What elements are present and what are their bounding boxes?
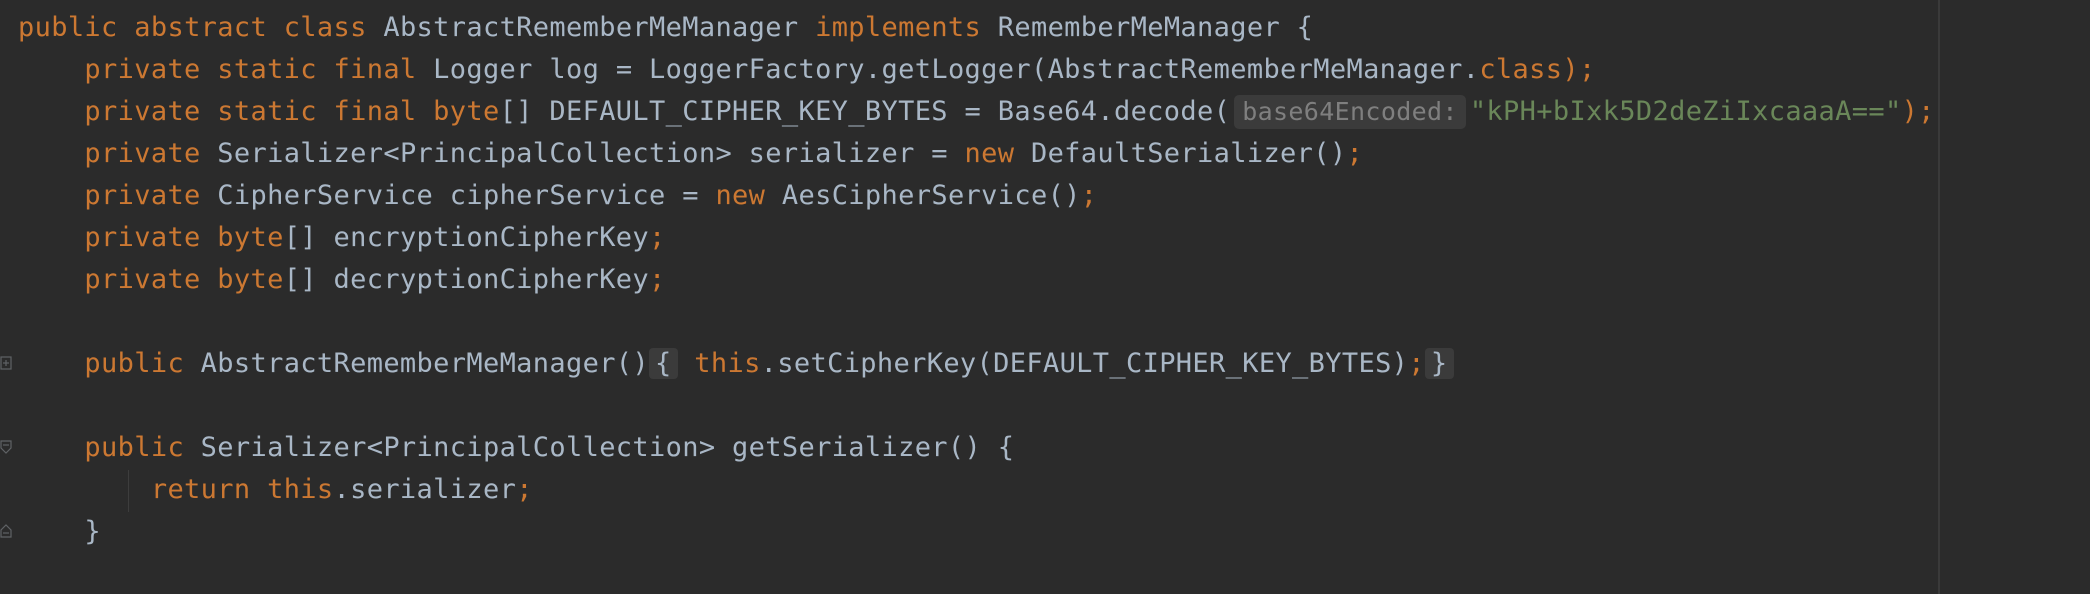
keyword: public bbox=[18, 12, 118, 43]
declaration: [] decryptionCipherKey bbox=[283, 264, 650, 295]
statement-end: ); bbox=[1562, 54, 1596, 85]
code-line-11[interactable]: public Serializer<PrincipalCollection> g… bbox=[18, 427, 1014, 469]
code-line-3[interactable]: private static final byte[] DEFAULT_CIPH… bbox=[18, 91, 1935, 133]
constructor-signature: AbstractRememberMeManager() bbox=[200, 348, 650, 379]
type: Logger bbox=[433, 54, 533, 85]
keyword: abstract bbox=[134, 12, 268, 43]
folded-region-open[interactable]: { bbox=[649, 348, 678, 379]
modifier: private bbox=[84, 264, 201, 295]
constructor-call: AesCipherService() bbox=[781, 180, 1081, 211]
constructor-call: DefaultSerializer() bbox=[1030, 138, 1347, 169]
keyword: byte bbox=[433, 96, 500, 127]
modifier: private bbox=[84, 222, 201, 253]
modifier: public bbox=[84, 348, 185, 379]
code-line-6[interactable]: private byte[] encryptionCipherKey; bbox=[18, 217, 666, 259]
semicolon: ; bbox=[516, 474, 533, 505]
keyword: return bbox=[150, 474, 251, 505]
method-signature: Serializer<PrincipalCollection> getSeria… bbox=[200, 432, 1015, 463]
right-margin-guide bbox=[1938, 0, 1940, 594]
interface-name: RememberMeManager bbox=[997, 12, 1281, 43]
code-line-1[interactable]: public abstract class AbstractRememberMe… bbox=[18, 7, 1313, 49]
semicolon: ; bbox=[649, 222, 666, 253]
fold-end-icon[interactable] bbox=[0, 524, 12, 538]
field-access: .serializer bbox=[333, 474, 517, 505]
keyword: class bbox=[283, 12, 367, 43]
code-line-4[interactable]: private Serializer<PrincipalCollection> … bbox=[18, 133, 1363, 175]
modifier: public bbox=[84, 432, 185, 463]
declaration: CipherService cipherService = bbox=[217, 180, 699, 211]
keyword: new bbox=[715, 180, 766, 211]
declaration: Serializer<PrincipalCollection> serializ… bbox=[217, 138, 948, 169]
string-literal: "kPH+bIxk5D2deZiIxcaaaA==" bbox=[1469, 96, 1902, 127]
code-line-5[interactable]: private CipherService cipherService = ne… bbox=[18, 175, 1097, 217]
declaration: [] DEFAULT_CIPHER_KEY_BYTES = Base64.dec… bbox=[499, 96, 1231, 127]
method-call: LoggerFactory.getLogger(AbstractRemember… bbox=[649, 54, 1480, 85]
fold-collapse-icon[interactable] bbox=[0, 440, 12, 454]
code-line-7[interactable]: private byte[] decryptionCipherKey; bbox=[18, 259, 666, 301]
semicolon: ; bbox=[1408, 348, 1425, 379]
semicolon: ; bbox=[1080, 180, 1098, 211]
code-line-12[interactable]: return this.serializer; bbox=[18, 469, 533, 511]
code-line-9[interactable]: public AbstractRememberMeManager(){ this… bbox=[18, 343, 1454, 385]
keyword: class bbox=[1479, 54, 1563, 85]
statement-end: ); bbox=[1901, 96, 1935, 127]
method-call: .setCipherKey(DEFAULT_CIPHER_KEY_BYTES) bbox=[760, 348, 1409, 379]
class-name: AbstractRememberMeManager bbox=[383, 12, 799, 43]
modifiers: private static final bbox=[84, 96, 417, 127]
operator: = bbox=[615, 54, 633, 85]
keyword: byte bbox=[217, 222, 284, 253]
code-line-13[interactable]: } bbox=[18, 511, 101, 553]
semicolon: ; bbox=[1346, 138, 1364, 169]
modifiers: private static final bbox=[84, 54, 417, 85]
keyword: implements bbox=[815, 12, 982, 43]
keyword: new bbox=[964, 138, 1015, 169]
keyword: this bbox=[694, 348, 761, 379]
code-editor[interactable]: public abstract class AbstractRememberMe… bbox=[0, 0, 2090, 594]
modifier: private bbox=[84, 180, 201, 211]
fold-expand-icon[interactable] bbox=[0, 356, 12, 370]
declaration: [] encryptionCipherKey bbox=[283, 222, 650, 253]
variable: log bbox=[549, 54, 600, 85]
code-line-2[interactable]: private static final Logger log = Logger… bbox=[18, 49, 1596, 91]
modifier: private bbox=[84, 138, 201, 169]
editor-gutter bbox=[0, 0, 14, 594]
parameter-hint: base64Encoded: bbox=[1234, 95, 1466, 129]
folded-region-close[interactable]: } bbox=[1424, 348, 1454, 379]
keyword: this bbox=[267, 474, 334, 505]
brace: { bbox=[1296, 12, 1314, 43]
semicolon: ; bbox=[649, 264, 666, 295]
closing-brace: } bbox=[84, 516, 102, 547]
keyword: byte bbox=[217, 264, 284, 295]
